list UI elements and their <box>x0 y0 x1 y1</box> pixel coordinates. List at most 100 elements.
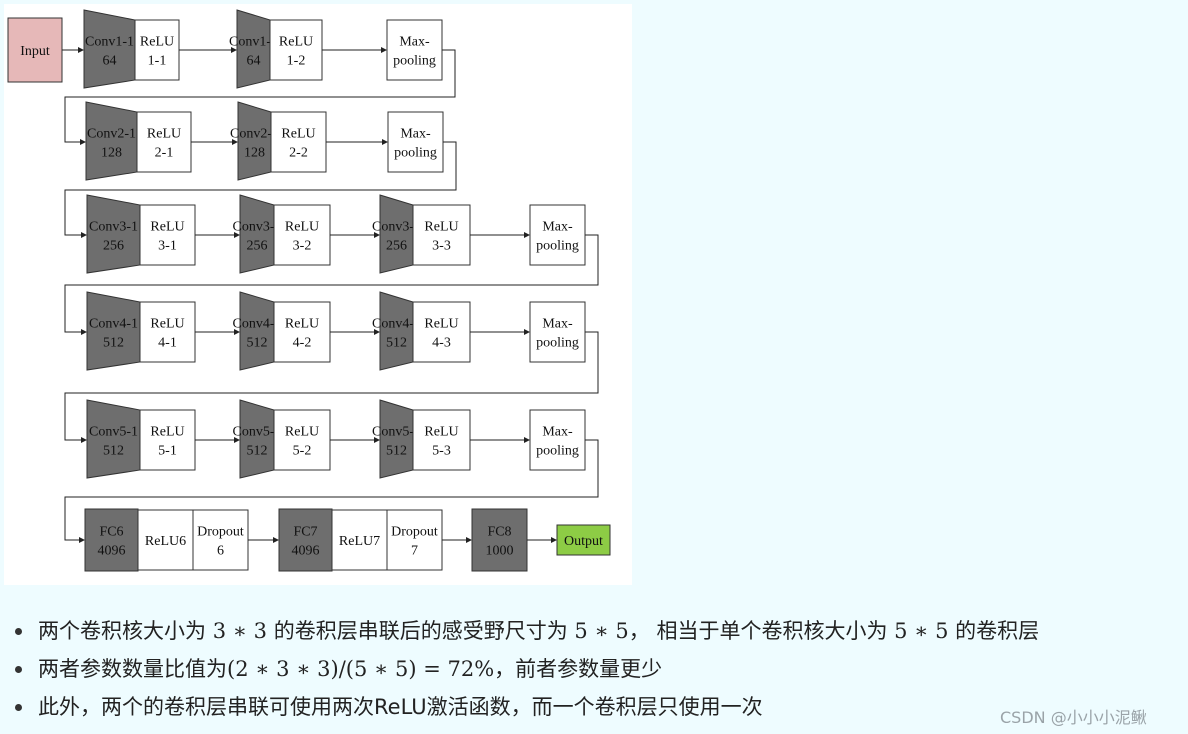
relu-block-label: 5-1 <box>158 444 177 459</box>
arrow-head-icon <box>273 537 279 543</box>
relu-block-label: 7 <box>411 544 418 559</box>
relu-block-label: ReLU <box>424 425 458 440</box>
relu-block-label: 1-2 <box>287 54 306 69</box>
relu-block <box>273 301 331 363</box>
arrow-head-icon <box>551 537 557 543</box>
text: 的卷积层串联后的感受野尺寸为 <box>267 619 575 643</box>
relu-block-label: ReLU7 <box>339 534 380 549</box>
bullet-item: 两者参数数量比值为(2 ∗ 3 ∗ 3)/(5 ∗ 5) = 72%，前者参数量… <box>0 650 1039 688</box>
arrow-head-icon <box>524 232 530 238</box>
fc-layer-block <box>84 508 139 572</box>
text: ，前者参数量更少 <box>494 657 663 681</box>
maxpool-block <box>386 19 443 81</box>
conv-layer-label: 512 <box>386 336 407 351</box>
relu-block-label: ReLU <box>279 35 313 50</box>
conv-layer-label: Conv1-1 <box>85 35 134 50</box>
fc-layer-block-label: FC7 <box>293 525 317 540</box>
bullet-item: 此外，两个的卷积层串联可使用两次ReLU激活函数，而一个卷积层只使用一次 <box>0 688 1039 726</box>
fc-layer-block-label: FC6 <box>99 525 123 540</box>
maxpool-block <box>387 111 444 173</box>
conv-layer-label: 512 <box>247 336 268 351</box>
arrow-head-icon <box>524 329 530 335</box>
relu-block-label: ReLU <box>147 127 181 142</box>
arrow-head-icon <box>382 139 388 145</box>
relu-block-label: ReLU <box>424 220 458 235</box>
fc-layer-block-label: 4096 <box>98 544 126 559</box>
arrow-head-icon <box>78 47 84 53</box>
relu-block-label: 2-2 <box>289 146 308 161</box>
conv-layer-label: 512 <box>247 444 268 459</box>
relu-block-label: ReLU6 <box>145 534 186 549</box>
maxpool-block-label: Max- <box>542 220 573 235</box>
bullet-item: 两个卷积核大小为 3 ∗ 3 的卷积层串联后的感受野尺寸为 5 ∗ 5， 相当于… <box>0 612 1039 650</box>
relu-block <box>412 301 471 363</box>
relu-block-label: ReLU <box>150 425 184 440</box>
relu-block <box>269 19 323 81</box>
text: 的卷积层 <box>948 619 1040 643</box>
relu-block-label: ReLU <box>140 35 174 50</box>
maxpool-block <box>529 409 586 471</box>
conv-layer-label: 256 <box>247 239 268 254</box>
watermark: CSDN @小小小泥鳅 <box>1000 708 1147 727</box>
maxpool-block-label: Max- <box>542 317 573 332</box>
math: (2 ∗ 3 ∗ 3)/(5 ∗ 5) = 72% <box>227 657 495 681</box>
relu-block-label: 2-1 <box>155 146 174 161</box>
relu-block <box>273 409 331 471</box>
relu-block <box>139 409 196 471</box>
text: 两者参数数量比值为 <box>38 657 227 681</box>
relu-block-label: 6 <box>217 544 224 559</box>
relu-block-label: 1-1 <box>148 54 167 69</box>
conv-layer-label: Conv4-1 <box>89 317 138 332</box>
conv-layer-label: 512 <box>103 336 124 351</box>
maxpool-block-label: pooling <box>394 146 437 161</box>
relu-block-label: ReLU <box>424 317 458 332</box>
fc-layer-block-label: FC8 <box>487 525 511 540</box>
arrow-head-icon <box>81 232 87 238</box>
relu-block <box>139 204 196 266</box>
bullet-dot-icon <box>15 704 22 711</box>
maxpool-block-label: Max- <box>542 425 573 440</box>
input-block-label: Input <box>20 44 50 59</box>
bullet-dot-icon <box>15 628 22 635</box>
relu-block <box>134 19 180 81</box>
maxpool-block-label: Max- <box>399 35 430 50</box>
conv-layer-label: Conv3-1 <box>89 220 138 235</box>
fc-layer-block-label: 4096 <box>292 544 320 559</box>
conv-layer-label: 512 <box>103 444 124 459</box>
maxpool-block <box>529 301 586 363</box>
relu-block-label: 5-3 <box>432 444 451 459</box>
relu-block-label: ReLU <box>150 317 184 332</box>
relu-block <box>386 509 443 571</box>
bullet-dot-icon <box>15 666 22 673</box>
arrow-head-icon <box>80 139 86 145</box>
relu-block <box>412 409 471 471</box>
conv-layer-label: 256 <box>386 239 407 254</box>
relu-block-label: ReLU <box>281 127 315 142</box>
arrow-head-icon <box>81 329 87 335</box>
arrow-head-icon <box>381 47 387 53</box>
maxpool-block <box>529 204 586 266</box>
relu-block-label: Dropout <box>391 525 438 540</box>
relu-block-label: 3-1 <box>158 239 177 254</box>
relu-block <box>273 204 331 266</box>
relu-block-label: Dropout <box>197 525 244 540</box>
relu-block-label: 4-3 <box>432 336 451 351</box>
vgg16-architecture-diagram: Input Conv1-1 64 ReLU 1-1 Conv1-2 64 ReLU 1-2 Max… <box>4 4 632 585</box>
arrow-head-icon <box>524 437 530 443</box>
relu-block <box>412 204 471 266</box>
diagram-svg: InputConv1-164ReLU1-1Conv1-264ReLU1-2Max… <box>7 9 611 572</box>
fc-layer-block <box>278 508 333 572</box>
relu-block <box>136 111 192 173</box>
relu-block-label: 4-2 <box>293 336 312 351</box>
conv-layer-label: 64 <box>103 54 117 69</box>
output-block-label: Output <box>564 534 603 549</box>
maxpool-block-label: Max- <box>400 127 431 142</box>
maxpool-block-label: pooling <box>536 336 579 351</box>
relu-block <box>270 111 327 173</box>
relu-block-label: ReLU <box>285 317 319 332</box>
maxpool-block-label: pooling <box>536 444 579 459</box>
math: 5 ∗ 5 <box>574 619 629 643</box>
relu-block-label: ReLU <box>150 220 184 235</box>
relu-block-label: 5-2 <box>293 444 312 459</box>
text: ， 相当于单个卷积核大小为 <box>628 619 895 643</box>
